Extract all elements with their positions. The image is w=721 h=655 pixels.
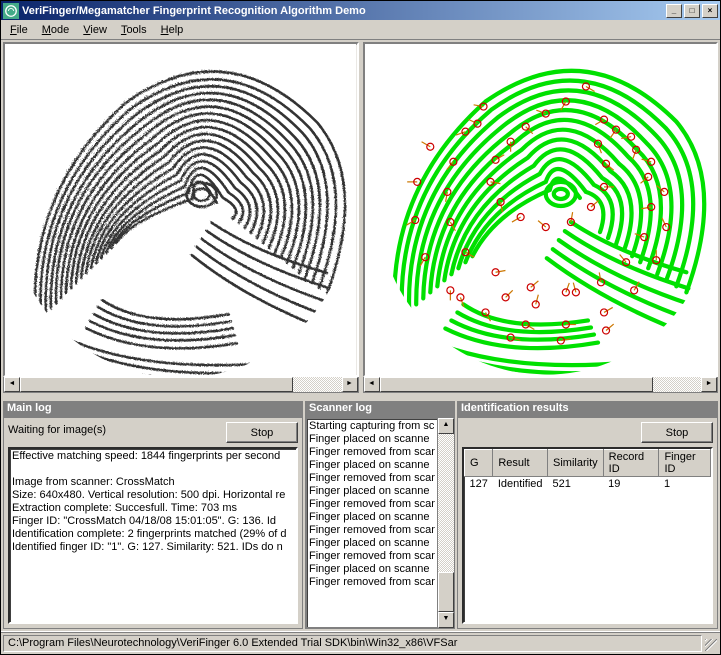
column-header[interactable]: Finger ID [659, 450, 711, 477]
left-scrollbar[interactable]: ◄ ► [3, 377, 359, 393]
table-cell: 127 [465, 477, 493, 492]
scroll-thumb[interactable] [20, 377, 293, 392]
main-log-panel: Main log Waiting for image(s) Stop Effec… [3, 401, 303, 629]
main-log-title: Main log [3, 401, 303, 417]
table-cell: 521 [548, 477, 604, 492]
scroll-thumb[interactable] [380, 377, 653, 392]
log-line: Finger placed on scanne [309, 433, 435, 446]
column-header[interactable]: G [465, 450, 493, 477]
scroll-up-button[interactable]: ▲ [438, 418, 454, 434]
column-header[interactable]: Similarity [548, 450, 604, 477]
menu-help[interactable]: Help [154, 22, 191, 38]
titlebar[interactable]: VeriFinger/Megamatcher Fingerprint Recog… [1, 1, 720, 20]
log-line: Identified finger ID: "1". G: 127. Simil… [12, 541, 294, 554]
log-line: Size: 640x480. Vertical resolution: 500 … [12, 489, 294, 502]
scanner-log-panel: Scanner log Starting capturing from scFi… [305, 401, 455, 629]
results-table-wrap: GResultSimilarityRecord IDFinger ID 127I… [462, 447, 713, 624]
log-line: Finger removed from scan [309, 446, 435, 459]
log-line: Finger removed from scan [309, 498, 435, 511]
log-line: Starting capturing from sc [309, 420, 435, 433]
menubar: File Mode View Tools Help [1, 20, 720, 40]
statusbar: C:\Program Files\Neurotechnology\VeriFin… [1, 631, 720, 654]
statusbar-text: C:\Program Files\Neurotechnology\VeriFin… [3, 635, 702, 652]
table-cell: 1 [659, 477, 711, 492]
log-line: Image from scanner: CrossMatch [12, 476, 294, 489]
right-scrollbar[interactable]: ◄ ► [363, 377, 719, 393]
main-log-stop-button[interactable]: Stop [226, 422, 298, 443]
results-panel: Identification results Stop GResultSimil… [457, 401, 718, 629]
scanner-log-title: Scanner log [305, 401, 455, 417]
right-pane: ◄ ► [363, 42, 719, 393]
scroll-left-button[interactable]: ◄ [4, 377, 20, 392]
log-line: Finger placed on scanne [309, 563, 435, 576]
horizontal-splitter[interactable] [3, 395, 718, 399]
menu-tools[interactable]: Tools [114, 22, 154, 38]
log-line: Finger placed on scanne [309, 485, 435, 498]
scanner-log-scrollbar[interactable]: ▲ ▼ [438, 418, 454, 628]
results-table[interactable]: GResultSimilarityRecord IDFinger ID 127I… [464, 449, 711, 491]
maximize-button[interactable]: □ [684, 4, 700, 18]
scroll-down-button[interactable]: ▼ [438, 612, 454, 628]
window-title: VeriFinger/Megamatcher Fingerprint Recog… [22, 5, 666, 17]
scanner-log-list[interactable]: Starting capturing from scFinger placed … [306, 418, 438, 628]
menu-mode[interactable]: Mode [35, 22, 77, 38]
resize-grip[interactable] [702, 635, 718, 652]
log-line: Extraction complete: Succesfull. Time: 7… [12, 502, 294, 515]
log-line: Finger removed from scan [309, 524, 435, 537]
scroll-left-button[interactable]: ◄ [364, 377, 380, 392]
column-header[interactable]: Record ID [603, 450, 659, 477]
scroll-right-button[interactable]: ► [342, 377, 358, 392]
log-line: Finger removed from scan [309, 472, 435, 485]
log-line: Finger placed on scanne [309, 459, 435, 472]
left-pane: ◄ ► [3, 42, 359, 393]
menu-view[interactable]: View [76, 22, 114, 38]
scroll-right-button[interactable]: ► [701, 377, 717, 392]
scroll-thumb[interactable] [438, 572, 454, 612]
close-button[interactable]: × [702, 4, 718, 18]
app-icon [3, 3, 19, 19]
main-log-status: Waiting for image(s) [8, 422, 220, 436]
app-window: VeriFinger/Megamatcher Fingerprint Recog… [0, 0, 721, 655]
results-stop-button[interactable]: Stop [641, 422, 713, 443]
table-row[interactable]: 127Identified521191 [465, 477, 711, 492]
scroll-track[interactable] [20, 377, 342, 392]
log-line: Finger removed from scan [309, 550, 435, 563]
bottom-panels: Main log Waiting for image(s) Stop Effec… [3, 401, 718, 629]
minimize-button[interactable]: _ [666, 4, 682, 18]
menu-file[interactable]: File [3, 22, 35, 38]
column-header[interactable]: Result [493, 450, 548, 477]
table-cell: 19 [603, 477, 659, 492]
image-panes: ◄ ► [3, 42, 718, 393]
processed-fingerprint-viewer[interactable] [363, 42, 719, 377]
log-line: Finger ID: "CrossMatch 04/18/08 15:01:05… [12, 515, 294, 528]
log-line: Finger removed from scan [309, 576, 435, 589]
content-area: ◄ ► [1, 40, 720, 631]
main-log-list[interactable]: Effective matching speed: 1844 fingerpri… [8, 447, 298, 624]
table-cell: Identified [493, 477, 548, 492]
scroll-track[interactable] [380, 377, 702, 392]
raw-fingerprint-viewer[interactable] [3, 42, 359, 377]
log-line: Effective matching speed: 1844 fingerpri… [12, 450, 294, 463]
log-line: Identification complete: 2 fingerprints … [12, 528, 294, 541]
log-line: Finger placed on scanne [309, 537, 435, 550]
log-line: Finger placed on scanne [309, 511, 435, 524]
results-title: Identification results [457, 401, 718, 417]
log-line [12, 463, 294, 476]
